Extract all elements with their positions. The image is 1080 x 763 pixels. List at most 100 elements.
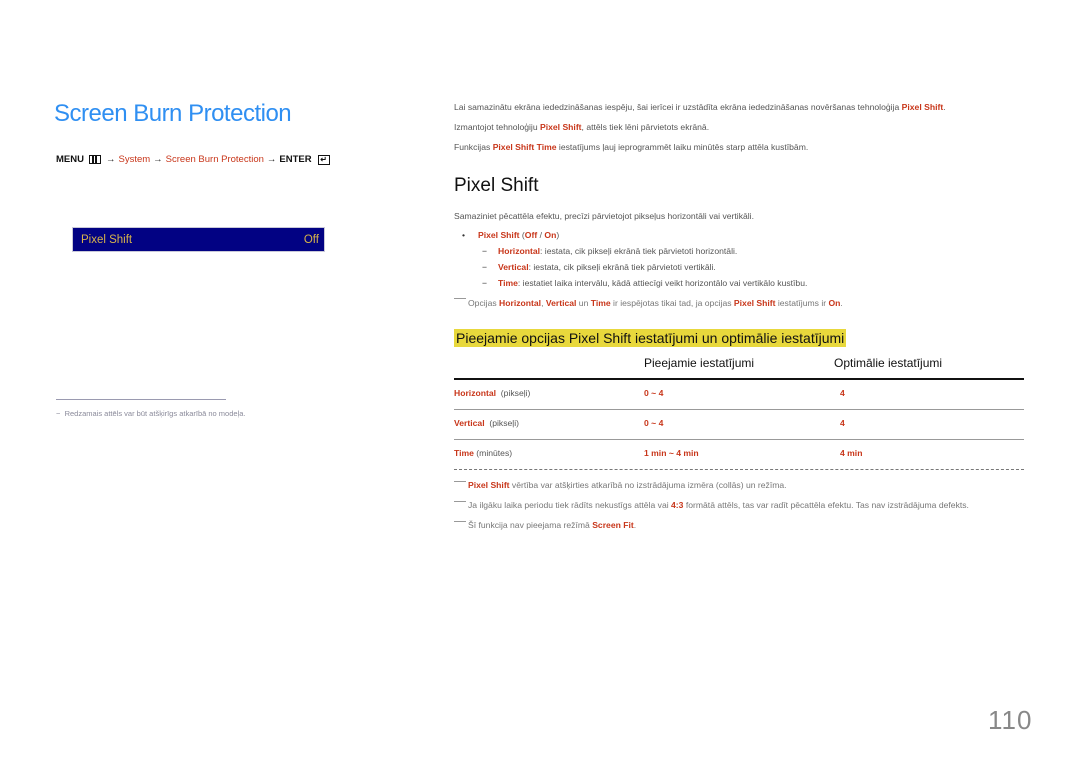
highlight-term: Pixel Shift	[468, 480, 510, 490]
page-title: Screen Burn Protection	[54, 100, 292, 127]
settings-table: Pieejamie iestatījumi Optimālie iestatīj…	[454, 356, 1024, 470]
highlight-term: Pixel Shift	[733, 298, 776, 308]
sub-item-vertical: − Vertical: iestata, cik pikseļi ekrānā t…	[482, 262, 716, 272]
text: ir iespējotas tikai tad, ja opcijas	[610, 298, 734, 308]
row-unit: (pikseļi)	[500, 388, 531, 398]
text: un	[576, 298, 591, 308]
menu-system: System	[118, 154, 151, 165]
highlight-term: Pixel Shift	[901, 102, 944, 112]
dash-icon: −	[482, 262, 488, 272]
highlight-term: Pixel Shift	[540, 122, 582, 132]
osd-menu-pixel-shift: Pixel Shift Off	[72, 227, 325, 252]
menu-path-breadcrumb: MENU → System → Screen Burn Protection →…	[56, 154, 330, 165]
sub-item-horizontal: − Horizontal: iestata, cik pikseļi ekrānā…	[482, 246, 737, 256]
highlight-term: On	[828, 298, 841, 308]
arrow: →	[153, 154, 163, 165]
note-icon	[454, 501, 466, 502]
option-off: Off	[524, 230, 538, 240]
menu-grid-icon	[88, 155, 101, 164]
highlight-term: Pixel Shift Time	[492, 142, 557, 152]
row-name: Time	[454, 448, 474, 458]
text: , attēls tiek lēni pārvietots ekrānā.	[581, 122, 710, 132]
osd-label: Pixel Shift	[81, 233, 133, 246]
row-label: Horizontal (pikseļi)	[454, 388, 530, 398]
note-icon	[454, 521, 466, 522]
dash-icon: −	[482, 246, 488, 256]
text: Ja ilgāku laika periodu tiek rādīts neku…	[468, 500, 672, 510]
row-available: 1 min ~ 4 min	[644, 448, 699, 458]
row-optimal: 4	[840, 388, 845, 398]
text: Lai samazinātu ekrāna iededzināšanas ies…	[454, 102, 902, 112]
sub-item-text: : iestata, cik pikseļi ekrānā tiek pārvi…	[528, 262, 716, 272]
row-name: Horizontal	[454, 388, 497, 398]
row-label: Time (minūtes)	[454, 448, 512, 458]
text: formātā attēls, tas var radīt pēcattēla …	[683, 500, 969, 510]
highlight-term: 4:3	[671, 500, 684, 510]
text: iestatījums ir	[775, 298, 829, 308]
text: .	[633, 520, 637, 530]
note-item: Pixel Shift vērtība var atšķirties atkar…	[454, 478, 1034, 493]
menu-label: MENU	[56, 154, 84, 165]
dash-icon: −	[482, 278, 488, 288]
menu-screen-burn-protection: Screen Burn Protection	[165, 154, 264, 165]
intro-paragraph-3: Funkcijas Pixel Shift Time iestatījums ļ…	[454, 142, 808, 152]
section-description: Samaziniet pēcattēla efektu, precīzi pār…	[454, 211, 754, 221]
row-available: 0 ~ 4	[644, 418, 664, 428]
intro-paragraph-2: Izmantojot tehnoloģiju Pixel Shift, attē…	[454, 122, 709, 132]
row-optimal: 4	[840, 418, 845, 428]
text: Šī funkcija nav pieejama režīmā	[468, 520, 593, 530]
text: iestatījums ļauj ieprogrammēt laiku minū…	[556, 142, 809, 152]
text: Opcijas	[468, 298, 500, 308]
table-title: Pieejamie opcijas Pixel Shift iestatījum…	[454, 329, 847, 347]
text: .	[943, 102, 946, 112]
note-icon	[454, 298, 466, 299]
table-row: Time (minūtes) 1 min ~ 4 min 4 min	[454, 440, 1024, 470]
note-options: Opcijas Horizontal, Vertical un Time ir …	[454, 298, 843, 308]
section-title: Pixel Shift	[454, 175, 539, 196]
sub-item-label: Time	[498, 278, 518, 288]
bottom-notes: Pixel Shift vērtība var atšķirties atkar…	[454, 478, 1034, 538]
footnote-text: Redzamais attēls var būt atšķirīgs atkar…	[64, 409, 246, 418]
footnote-dash: −	[56, 409, 65, 418]
option-on: On	[544, 230, 557, 240]
sub-item-time: − Time: iestatiet laika intervālu, kādā a…	[482, 278, 807, 288]
enter-icon: ↵	[317, 154, 330, 165]
header-optimal: Optimālie iestatījumi	[834, 356, 943, 370]
highlight-term: Time	[590, 298, 611, 308]
page-number: 110	[988, 705, 1033, 735]
sub-item-label: Vertical	[498, 262, 529, 272]
osd-value: Off	[303, 233, 319, 246]
header-available: Pieejamie iestatījumi	[644, 356, 755, 370]
row-unit: (minūtes)	[476, 448, 513, 458]
intro-paragraph-1: Lai samazinātu ekrāna iededzināšanas ies…	[454, 102, 946, 112]
bullet-label: Pixel Shift	[478, 230, 520, 240]
text: Funkcijas	[454, 142, 493, 152]
note-item: Šī funkcija nav pieejama režīmā Screen F…	[454, 518, 1034, 533]
table-header-row: Pieejamie iestatījumi Optimālie iestatīj…	[454, 356, 1024, 380]
bullet-pixel-shift: • Pixel Shift (Off / On)	[462, 230, 559, 240]
row-unit: (pikseļi)	[489, 418, 519, 428]
arrow: →	[105, 154, 116, 165]
highlight-term: Horizontal	[499, 298, 542, 308]
text: vērtība var atšķirties atkarībā no izstr…	[509, 480, 787, 490]
note-icon	[454, 481, 466, 482]
highlight-term: Vertical	[545, 298, 577, 308]
sub-item-text: : iestatiet laika intervālu, kādā attiec…	[517, 278, 808, 288]
text: )	[556, 230, 560, 240]
text: .	[840, 298, 843, 308]
table-row: Vertical (pikseļi) 0 ~ 4 4	[454, 410, 1024, 440]
highlight-term: Screen Fit	[592, 520, 634, 530]
table-row: Horizontal (pikseļi) 0 ~ 4 4	[454, 380, 1024, 410]
enter-label: ENTER	[279, 154, 312, 165]
note-item: Ja ilgāku laika periodu tiek rādīts neku…	[454, 498, 1034, 513]
row-optimal: 4 min	[840, 448, 863, 458]
row-label: Vertical (pikseļi)	[454, 418, 519, 428]
row-available: 0 ~ 4	[644, 388, 664, 398]
left-footnote: − Redzamais attēls var būt atšķirīgs atk…	[56, 409, 245, 418]
sub-item-label: Horizontal	[498, 246, 541, 256]
sub-item-text: : iestata, cik pikseļi ekrānā tiek pārvi…	[540, 246, 738, 256]
bullet-icon: •	[462, 230, 466, 240]
text: Izmantojot tehnoloģiju	[454, 122, 540, 132]
row-name: Vertical	[454, 418, 485, 428]
arrow: →	[266, 154, 277, 165]
